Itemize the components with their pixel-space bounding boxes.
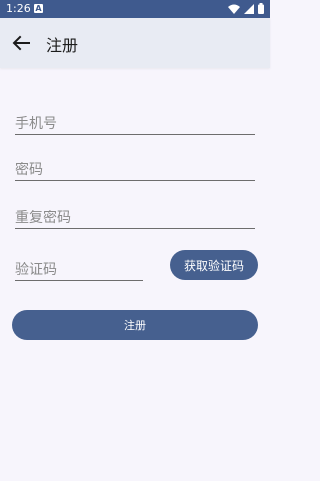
status-time: 1:26 [6,2,31,15]
verification-code-field [15,250,143,281]
arrow-left-icon[interactable] [12,35,30,51]
status-bar: 1:26 A [0,0,270,18]
phone-field [15,104,255,135]
password-field [15,150,255,181]
get-code-button[interactable]: 获取验证码 [170,250,258,280]
phone-input[interactable] [15,116,255,132]
battery-icon [258,3,264,14]
register-button[interactable]: 注册 [12,310,258,340]
password-input[interactable] [15,162,255,178]
app-bar: 注册 [0,18,270,68]
verification-code-input[interactable] [15,262,143,278]
page-title: 注册 [46,36,79,55]
repeat-password-input[interactable] [15,210,255,226]
wifi-icon [228,4,240,14]
signal-icon [244,3,254,14]
notification-icon: A [34,4,43,13]
repeat-password-field [15,198,255,229]
status-icons [228,3,264,14]
